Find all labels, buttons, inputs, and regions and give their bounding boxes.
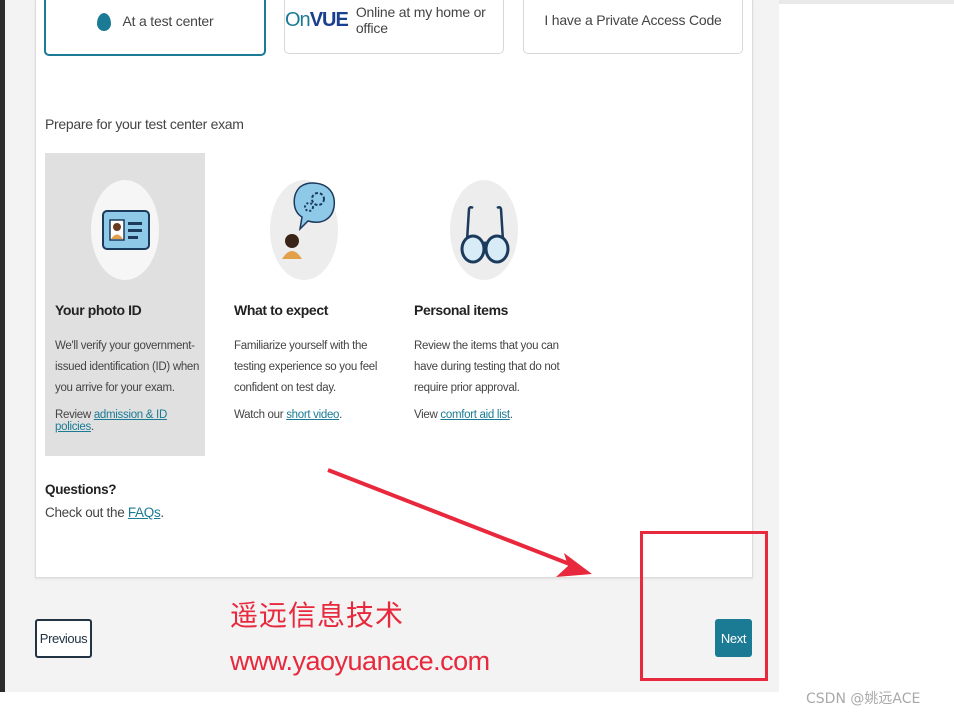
csdn-credit: CSDN @姚远ACE [806, 691, 921, 707]
annotation-highlight-box [640, 531, 768, 681]
watermark-chinese: 遥远信息技术 [230, 599, 405, 632]
annotation-arrow [327, 468, 592, 577]
watermark-url: www.yaoyuanace.com [230, 646, 490, 676]
